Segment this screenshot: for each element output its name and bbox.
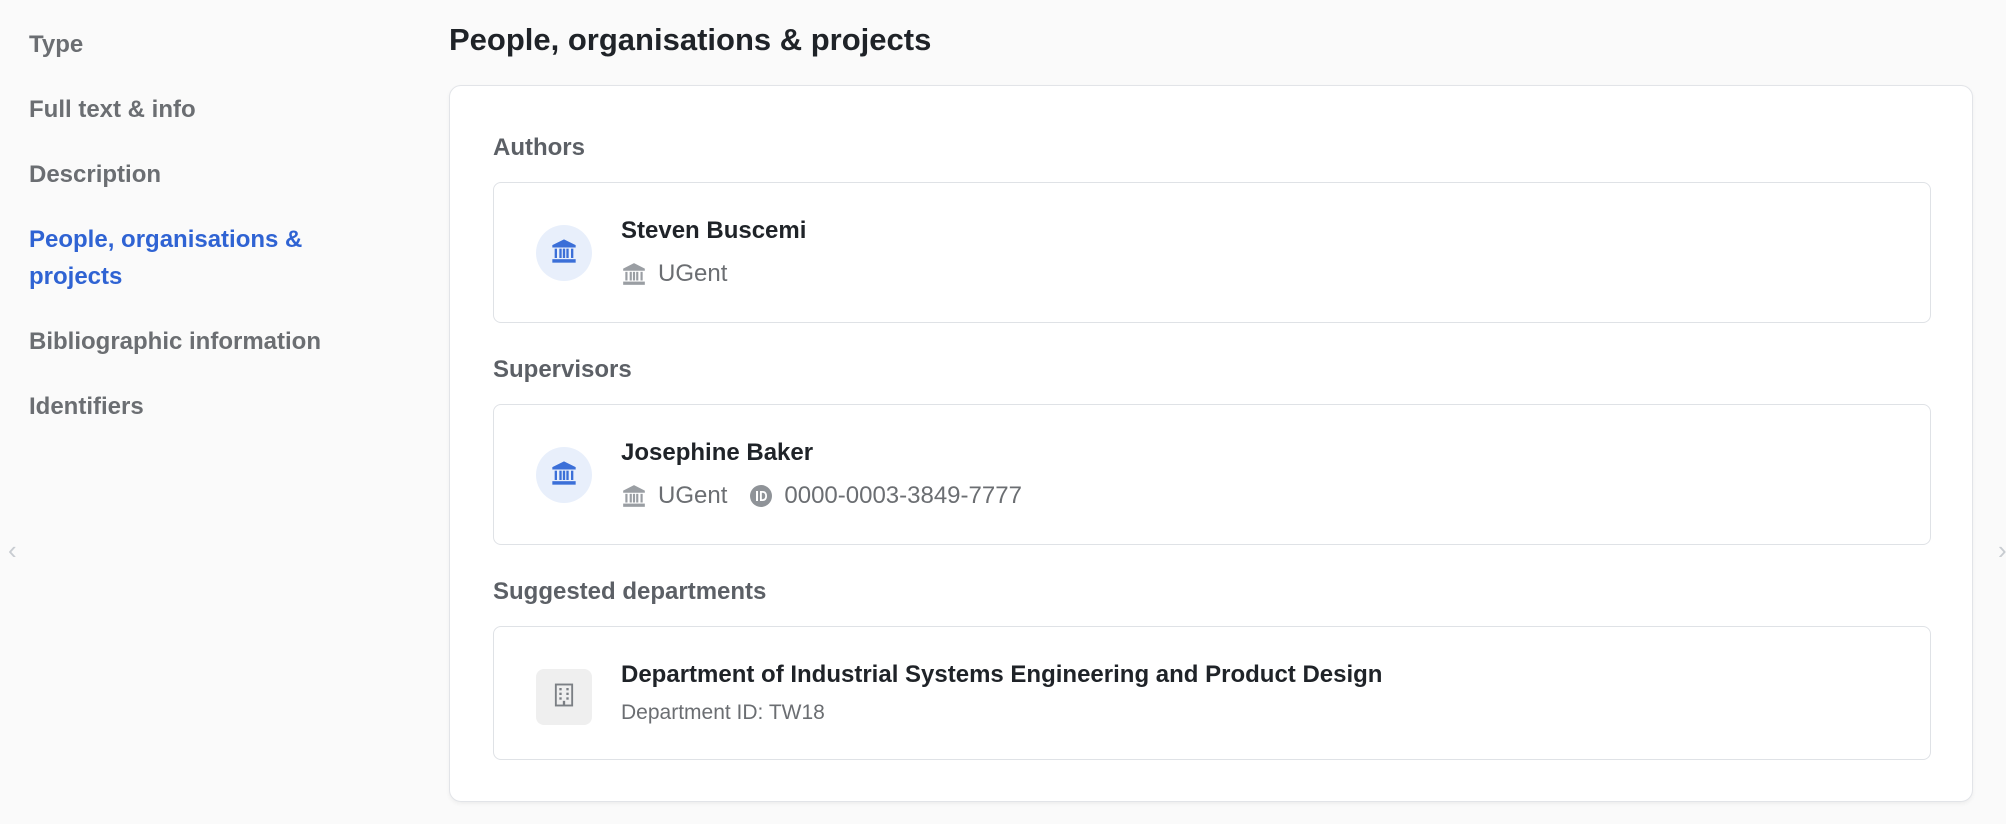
department-avatar [536, 669, 592, 725]
supervisor-name[interactable]: Josephine Baker [621, 439, 813, 467]
nav-item-people-organisations-projects[interactable]: People, organisations & projects [29, 221, 359, 295]
scroll-left-arrow-icon[interactable]: ‹ [8, 536, 17, 564]
department-name[interactable]: Department of Industrial Systems Enginee… [621, 661, 1382, 689]
author-meta: UGent [621, 260, 727, 288]
page: Type Full text & info Description People… [0, 0, 2006, 824]
affiliation-text: UGent [658, 482, 728, 509]
nav-item-bibliographic-information[interactable]: Bibliographic information [29, 323, 359, 360]
institution-icon [550, 459, 578, 492]
institution-icon [550, 237, 578, 270]
nav-item-identifiers[interactable]: Identifiers [29, 388, 359, 425]
affiliation-text: UGent [658, 260, 728, 287]
scroll-right-arrow-icon[interactable]: › [1998, 536, 2006, 564]
supervisor-orcid[interactable]: 0000-0003-3849-7777 [749, 482, 1022, 510]
building-icon [550, 681, 578, 714]
nav-item-full-text-info[interactable]: Full text & info [29, 91, 359, 128]
author-avatar [536, 225, 592, 281]
author-card[interactable]: Steven Buscemi UGent [493, 182, 1931, 323]
orcid-text[interactable]: 0000-0003-3849-7777 [784, 482, 1022, 510]
suggested-departments-label: Suggested departments [493, 578, 767, 605]
orcid-icon [749, 484, 773, 508]
supervisor-meta: UGent 0000-0003-3849-7777 [621, 482, 1022, 510]
people-panel: Authors Steven Buscemi UGent Supervisors… [449, 85, 1973, 802]
nav-item-type[interactable]: Type [29, 26, 359, 63]
supervisor-avatar [536, 447, 592, 503]
section-title: People, organisations & projects [449, 22, 932, 57]
supervisor-card[interactable]: Josephine Baker UGent 0000-0003-3849-777… [493, 404, 1931, 545]
department-id: Department ID: TW18 [621, 701, 825, 724]
author-affiliation: UGent [621, 260, 727, 288]
institution-icon [621, 261, 647, 287]
nav-item-description[interactable]: Description [29, 156, 359, 193]
supervisor-affiliation: UGent [621, 482, 727, 510]
supervisors-label: Supervisors [493, 356, 632, 383]
institution-icon [621, 483, 647, 509]
authors-label: Authors [493, 134, 585, 161]
author-name[interactable]: Steven Buscemi [621, 217, 806, 245]
section-nav: Type Full text & info Description People… [29, 26, 359, 453]
department-card[interactable]: Department of Industrial Systems Enginee… [493, 626, 1931, 760]
